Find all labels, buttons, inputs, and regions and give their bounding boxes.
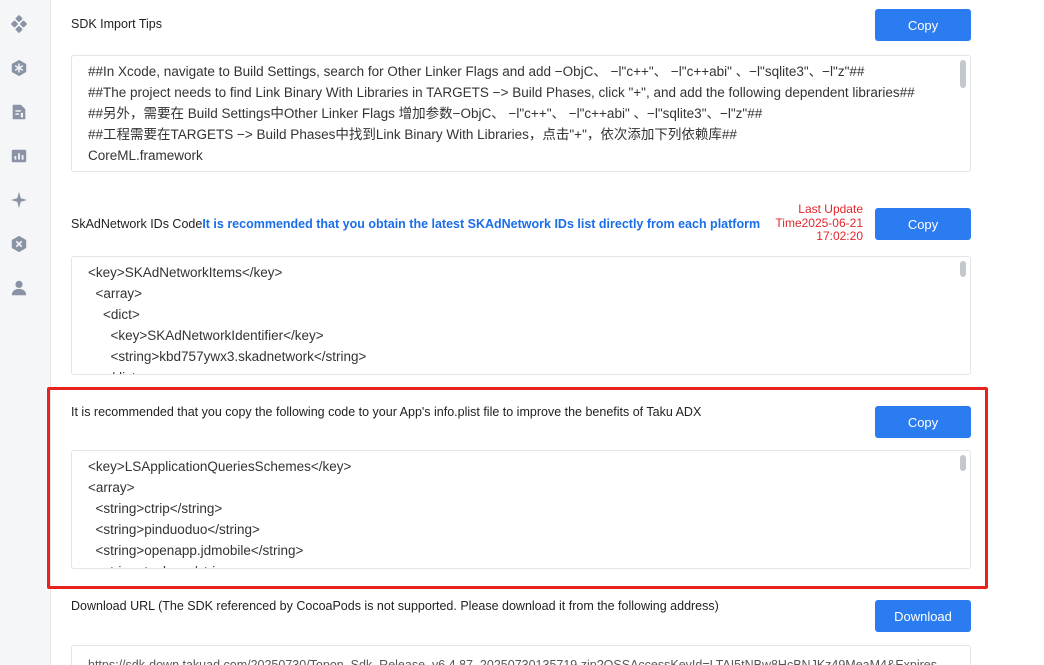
code-line: <key>SKAdNetworkItems</key> — [88, 265, 283, 280]
code-line: <key>SKAdNetworkIdentifier</key> — [88, 328, 324, 343]
code-line: <dict> — [88, 307, 140, 322]
document-chart-icon[interactable] — [9, 102, 29, 122]
close-hex-icon[interactable] — [9, 234, 29, 254]
last-update-label: Last Update — [798, 202, 863, 216]
puzzle-icon[interactable] — [9, 14, 29, 34]
code-line: <array> — [88, 286, 143, 301]
skad-title-text: SkAdNetwork IDs Code — [71, 217, 203, 231]
code-line: </dict> — [88, 367, 930, 374]
sdk-tips-code-box[interactable]: ##In Xcode, navigate to Build Settings, … — [71, 55, 971, 172]
red-highlight-frame — [47, 387, 988, 589]
copy-sdk-tips-button[interactable]: Copy — [875, 9, 971, 41]
code-line: <string>kbd757ywx3.skadnetwork</string> — [88, 349, 367, 364]
code-line: ##另外，需要在 Build Settings中Other Linker Fla… — [88, 106, 763, 121]
sparkle-icon[interactable] — [9, 190, 29, 210]
skad-hint-text: It is recommended that you obtain the la… — [202, 217, 761, 231]
snowflake-icon[interactable] — [9, 58, 29, 78]
download-button[interactable]: Download — [875, 600, 971, 632]
code-line: ##The project needs to find Link Binary … — [88, 85, 915, 100]
last-update-time: 17:02:20 — [816, 229, 863, 243]
user-icon[interactable] — [9, 278, 29, 298]
scrollbar-thumb[interactable] — [960, 60, 966, 88]
skad-code-box[interactable]: <key>SKAdNetworkItems</key> <array> <dic… — [71, 256, 971, 375]
code-line: ##工程需要在TARGETS −> Build Phases中找到Link Bi… — [88, 127, 737, 142]
sdk-import-tips-title: SDK Import Tips — [71, 17, 162, 31]
download-title: Download URL (The SDK referenced by Coco… — [71, 599, 719, 613]
last-update-stamp: Last Update Time2025-06-21 17:02:20 — [743, 202, 863, 244]
download-url-box[interactable]: https://sdk-down.takuad.com/20250730/Top… — [71, 645, 971, 665]
sidebar — [0, 0, 51, 665]
scrollbar-thumb[interactable] — [960, 261, 966, 277]
last-update-date: Time2025-06-21 — [775, 215, 863, 230]
bar-chart-icon[interactable] — [9, 146, 29, 166]
code-line: ##In Xcode, navigate to Build Settings, … — [88, 64, 865, 79]
code-line: CoreML.framework — [88, 148, 203, 163]
skad-title: SkAdNetwork IDs CodeIt is recommended th… — [71, 217, 760, 231]
download-url-text: https://sdk-down.takuad.com/20250730/Top… — [88, 658, 948, 665]
copy-skad-button[interactable]: Copy — [875, 208, 971, 240]
